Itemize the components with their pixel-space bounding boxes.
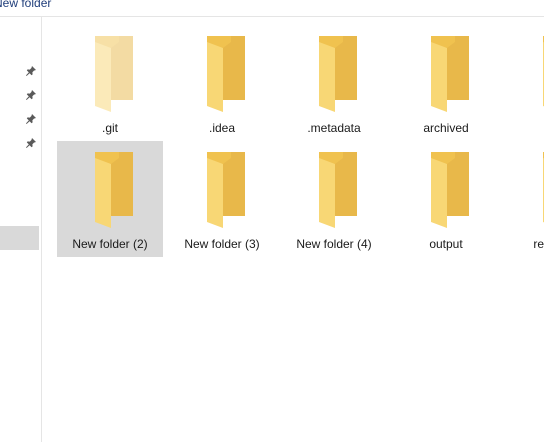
folder-icon — [319, 36, 357, 112]
nav-item-selected[interactable] — [0, 226, 39, 250]
folder-icon — [95, 36, 133, 112]
navigation-pane — [0, 17, 42, 442]
folder-item-idea[interactable]: .idea — [169, 25, 275, 141]
folder-icon — [95, 152, 133, 228]
address-bar[interactable]: New folder — [0, 0, 544, 17]
folder-item-new-folder-4[interactable]: New folder (4) — [281, 141, 387, 257]
folder-name: .metadata — [307, 121, 361, 135]
folder-item-new-folder-3[interactable]: New folder (3) — [169, 141, 275, 257]
pin-icon — [24, 64, 38, 78]
folder-name: New folder (2) — [72, 237, 148, 251]
folder-icon — [431, 36, 469, 112]
pin-icon — [24, 112, 38, 126]
folder-name: archived — [423, 121, 469, 135]
file-list-view[interactable]: .git .idea .metadata archived New folder… — [42, 17, 544, 442]
folder-name: New folder (3) — [184, 237, 260, 251]
folder-item-partial[interactable]: re — [505, 141, 544, 257]
folder-icon — [543, 152, 544, 223]
folder-icon — [207, 36, 245, 112]
folder-name: output — [429, 237, 463, 251]
folder-item-new-folder-2[interactable]: New folder (2) — [57, 141, 163, 257]
folder-item-metadata[interactable]: .metadata — [281, 25, 387, 141]
pin-icon — [24, 136, 38, 150]
pin-icon — [24, 88, 38, 102]
folder-name: New folder (4) — [296, 237, 372, 251]
folder-item-archived[interactable]: archived — [393, 25, 499, 141]
folder-name: re — [533, 237, 544, 251]
folder-icon — [207, 152, 245, 228]
folder-name: .idea — [208, 121, 236, 135]
folder-icon — [431, 152, 469, 228]
folder-icon — [543, 36, 544, 107]
folder-item-git[interactable]: .git — [57, 25, 163, 141]
breadcrumb-current-folder[interactable]: New folder — [0, 0, 51, 10]
folder-icon — [319, 152, 357, 228]
folder-item-partial[interactable] — [505, 25, 544, 141]
folder-item-output[interactable]: output — [393, 141, 499, 257]
folder-name: .git — [101, 121, 118, 135]
